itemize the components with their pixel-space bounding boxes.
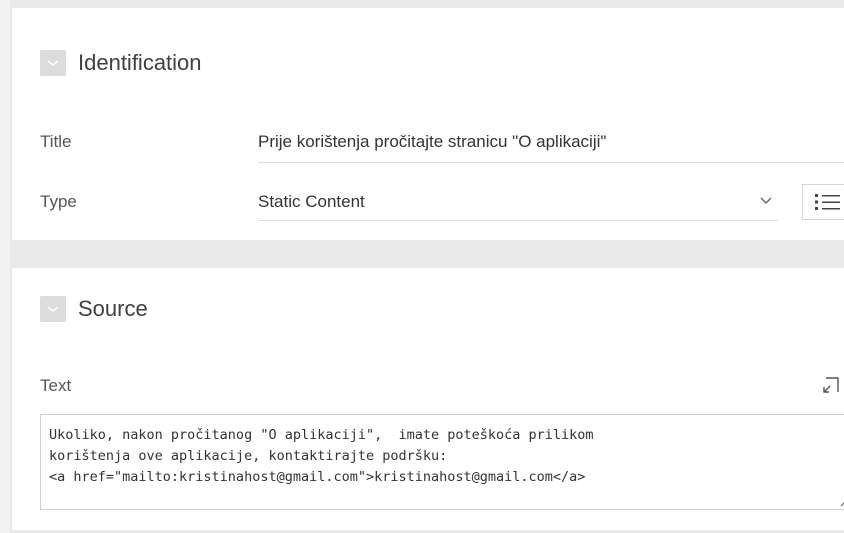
source-header: Source xyxy=(40,296,148,322)
identification-title: Identification xyxy=(78,50,202,75)
identification-panel: Identification Title Prije korištenja pr… xyxy=(12,8,844,240)
code-line: Ukoliko, nakon pročitanog "O aplikaciji"… xyxy=(49,427,594,443)
expand-icon xyxy=(823,377,839,393)
title-field-underline xyxy=(258,162,844,163)
type-select-underline xyxy=(258,220,778,221)
chevron-down-icon xyxy=(47,306,59,313)
type-select-value: Static Content xyxy=(258,192,365,211)
source-title: Source xyxy=(78,296,148,321)
identification-collapse-button[interactable] xyxy=(40,50,66,76)
code-line: korištenja ove aplikacije, kontaktirajte… xyxy=(49,448,448,464)
chevron-down-icon xyxy=(760,197,772,204)
list-icon xyxy=(815,194,840,210)
code-line: <a href="mailto:kristinahost@gmail.com">… xyxy=(49,469,586,485)
type-list-button[interactable] xyxy=(802,184,844,220)
chevron-down-icon xyxy=(47,60,59,67)
identification-header: Identification xyxy=(40,50,202,76)
title-field[interactable]: Prije korištenja pročitajte stranicu "O … xyxy=(258,132,606,152)
type-select[interactable]: Static Content xyxy=(258,184,778,218)
left-gutter xyxy=(0,0,10,533)
text-label: Text xyxy=(40,376,72,395)
source-panel: Source Text Ukoliko, nakon pročitanog "O… xyxy=(12,268,844,530)
type-label: Type xyxy=(40,192,77,211)
expand-editor-button[interactable] xyxy=(818,372,844,398)
resize-grip-icon[interactable] xyxy=(838,495,844,507)
text-editor[interactable]: Ukoliko, nakon pročitanog "O aplikaciji"… xyxy=(40,414,844,510)
source-collapse-button[interactable] xyxy=(40,296,66,322)
title-label: Title xyxy=(40,132,72,151)
